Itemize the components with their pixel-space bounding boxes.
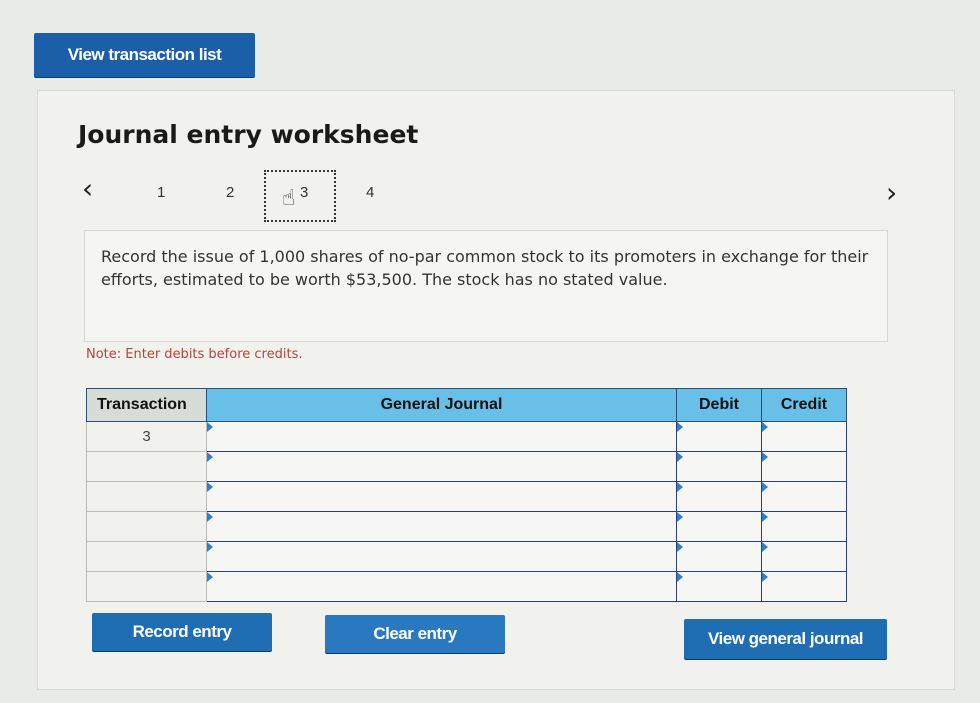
debit-input[interactable]	[676, 481, 762, 512]
column-header-credit: Credit	[761, 388, 847, 422]
chevron-right-icon[interactable]: ›	[886, 176, 897, 209]
credit-input[interactable]	[761, 481, 847, 512]
credit-input[interactable]	[761, 421, 847, 452]
step-tab-2[interactable]: 2	[226, 184, 234, 201]
account-input[interactable]	[206, 421, 677, 452]
journal-table: Transaction General Journal Debit Credit…	[86, 388, 847, 602]
credit-input[interactable]	[761, 541, 847, 572]
step-tab-3[interactable]: ☝ 3	[264, 170, 336, 222]
account-input[interactable]	[206, 451, 677, 482]
column-header-general-journal: General Journal	[206, 388, 677, 422]
transaction-cell: 3	[86, 421, 207, 452]
view-transaction-list-button[interactable]: View transaction list	[34, 33, 255, 77]
page-title: Journal entry worksheet	[78, 120, 419, 149]
step-tab-4[interactable]: 4	[366, 184, 374, 201]
transaction-cell	[86, 541, 207, 572]
debit-input[interactable]	[676, 541, 762, 572]
table-row	[86, 481, 847, 512]
table-row	[86, 511, 847, 542]
transaction-cell	[86, 481, 207, 512]
transaction-cell	[86, 571, 207, 602]
step-tab-1[interactable]: 1	[157, 184, 165, 201]
table-row	[86, 541, 847, 572]
record-entry-button[interactable]: Record entry	[92, 613, 272, 651]
credit-input[interactable]	[761, 511, 847, 542]
view-general-journal-button[interactable]: View general journal	[684, 619, 887, 659]
debit-input[interactable]	[676, 421, 762, 452]
transaction-cell	[86, 511, 207, 542]
clear-entry-button[interactable]: Clear entry	[325, 615, 505, 653]
account-input[interactable]	[206, 511, 677, 542]
table-row	[86, 571, 847, 602]
debit-input[interactable]	[676, 451, 762, 482]
transaction-description: Record the issue of 1,000 shares of no-p…	[84, 230, 888, 342]
credit-input[interactable]	[761, 451, 847, 482]
account-input[interactable]	[206, 481, 677, 512]
hand-pointer-icon: ☝	[282, 186, 296, 211]
table-row: 3	[86, 421, 847, 452]
debit-input[interactable]	[676, 511, 762, 542]
account-input[interactable]	[206, 571, 677, 602]
credit-input[interactable]	[761, 571, 847, 602]
instruction-note: Note: Enter debits before credits.	[86, 347, 303, 362]
account-input[interactable]	[206, 541, 677, 572]
debit-input[interactable]	[676, 571, 762, 602]
step-tab-3-label: 3	[300, 184, 309, 201]
column-header-debit: Debit	[676, 388, 762, 422]
transaction-cell	[86, 451, 207, 482]
table-row	[86, 451, 847, 482]
chevron-left-icon[interactable]: ‹	[82, 172, 93, 205]
column-header-transaction: Transaction	[86, 388, 207, 422]
